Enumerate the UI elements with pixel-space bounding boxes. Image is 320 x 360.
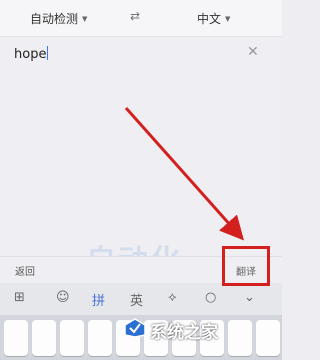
keyboard-key[interactable]	[4, 320, 28, 356]
collapse-keyboard-icon[interactable]: ⌄	[244, 290, 255, 305]
keyboard-key[interactable]	[256, 320, 280, 356]
swap-languages-icon[interactable]: ⇄	[130, 9, 140, 23]
keyboard-key[interactable]	[60, 320, 84, 356]
brand-watermark: 系统之家	[150, 323, 218, 343]
keyboard-key[interactable]	[32, 320, 56, 356]
keyboard-key[interactable]	[88, 320, 112, 356]
source-language-label: 自动检测	[30, 12, 79, 26]
brand-logo-icon	[124, 318, 146, 338]
text-cursor	[47, 46, 49, 60]
target-language-select[interactable]: 中文 ▼	[197, 10, 230, 27]
grid-icon[interactable]: ⊞	[14, 290, 25, 305]
cursor-move-icon[interactable]: ⟡	[168, 290, 177, 305]
translation-input-area[interactable]: hope ✕	[0, 37, 282, 255]
input-value: hope	[14, 47, 47, 62]
search-icon[interactable]: ○	[205, 290, 216, 305]
source-language-select[interactable]: 自动检测 ▼	[30, 10, 87, 27]
clear-icon[interactable]: ✕	[247, 44, 259, 60]
keyboard-toolbar: ⊞ ☺ 拼 英 ⟡ ○ ⌄	[0, 283, 282, 316]
chevron-down-icon: ▼	[82, 15, 88, 23]
emoji-icon[interactable]: ☺	[56, 290, 70, 305]
annotation-highlight-box	[222, 246, 270, 286]
english-mode-button[interactable]: 英	[130, 290, 143, 309]
back-button[interactable]: 返回	[15, 263, 35, 278]
pinyin-mode-button[interactable]: 拼	[92, 290, 105, 309]
keyboard-key[interactable]	[228, 320, 252, 356]
language-bar: 自动检测 ▼ ⇄ 中文 ▼	[0, 0, 282, 37]
input-text[interactable]: hope	[14, 46, 49, 62]
chevron-down-icon: ▼	[225, 15, 231, 23]
target-language-label: 中文	[197, 12, 222, 26]
